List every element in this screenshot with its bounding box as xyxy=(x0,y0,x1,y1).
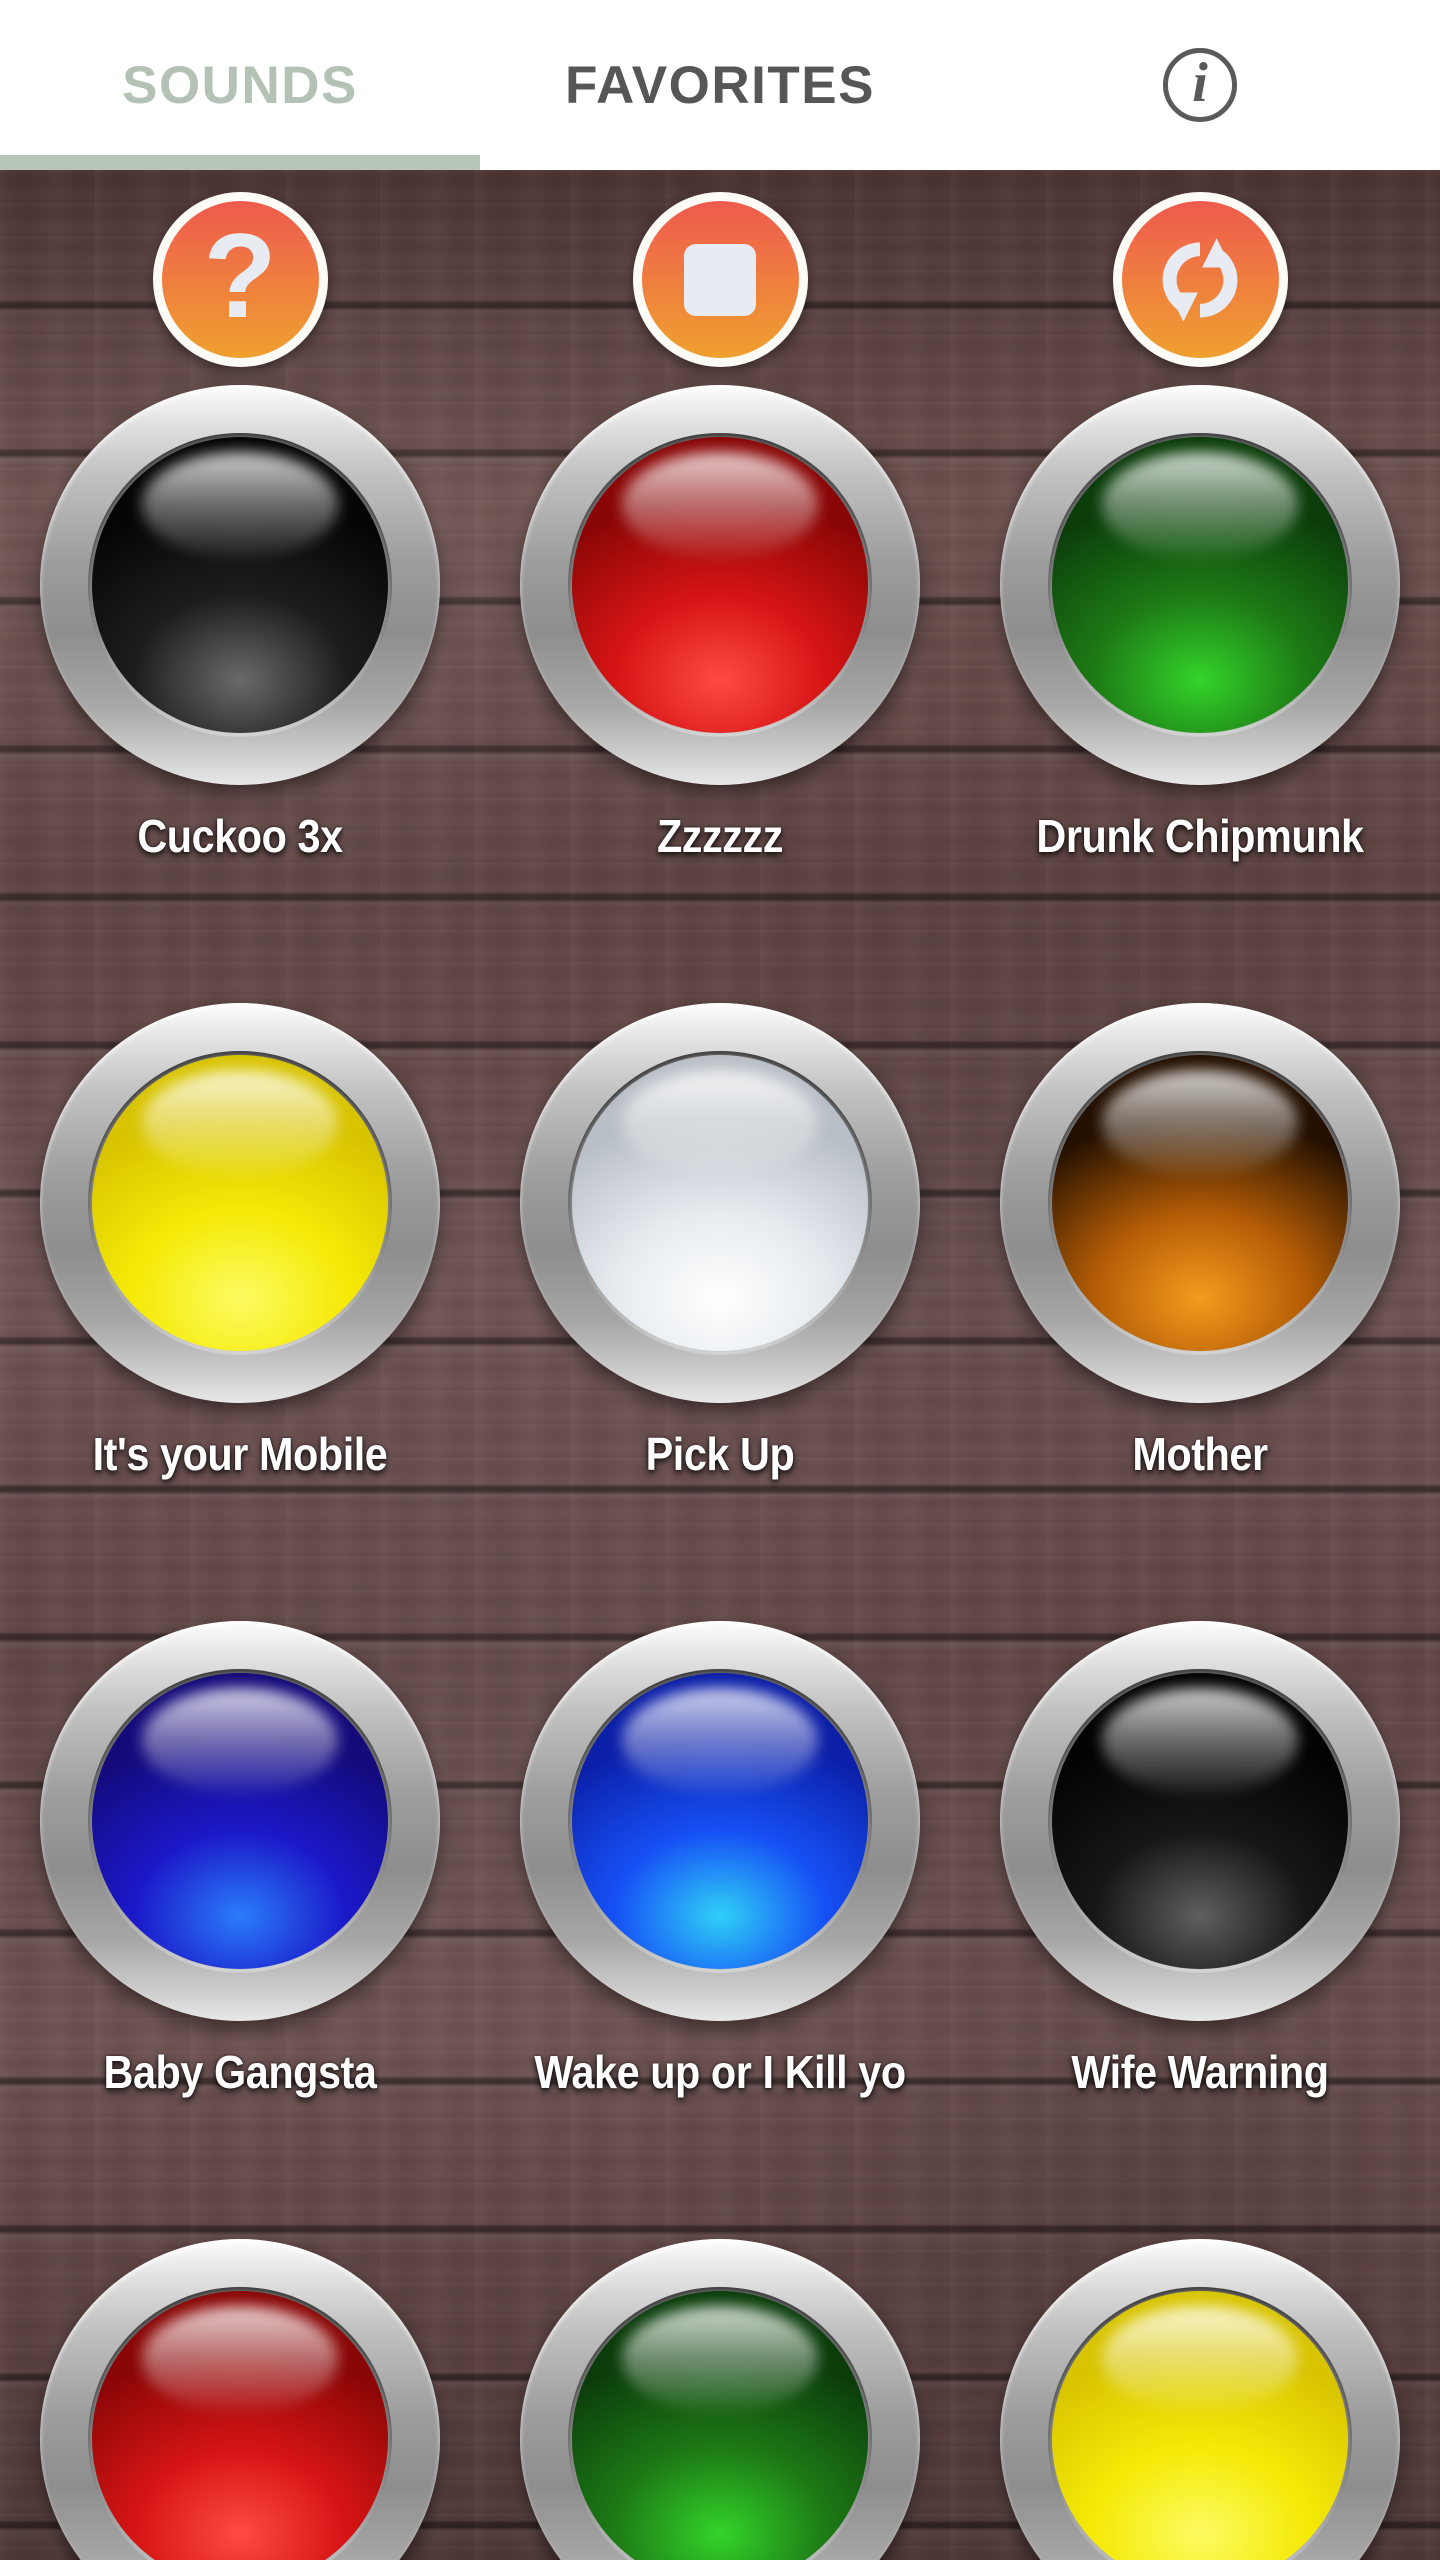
sound-label: It's your Mobile xyxy=(92,1428,388,1480)
sound-board-content: ? Cuckoo 3x Zzzzzz Drunk Chipmunk It's y… xyxy=(0,170,1440,2560)
loop-button[interactable] xyxy=(1112,192,1288,367)
sound-cell: It's your Mobile xyxy=(0,1003,480,1621)
sound-button-grid: Cuckoo 3x Zzzzzz Drunk Chipmunk It's your M… xyxy=(0,367,1440,2560)
sound-button[interactable] xyxy=(520,1621,920,2021)
control-cell-stop xyxy=(480,192,960,367)
sound-button[interactable] xyxy=(1000,1003,1400,1403)
sound-button-dome-black xyxy=(1052,1673,1348,1969)
sound-button-dome-indigo xyxy=(92,1673,388,1969)
loop-repeat-icon xyxy=(1162,237,1238,322)
sound-button-dome-blue xyxy=(572,1673,868,1969)
sound-button[interactable] xyxy=(40,1621,440,2021)
tab-bar: SOUNDS FAVORITES i xyxy=(0,0,1440,170)
info-button[interactable]: i xyxy=(960,0,1440,170)
stop-square-icon xyxy=(684,243,756,316)
sound-cell: Pick Up xyxy=(480,1003,960,1621)
tab-favorites[interactable]: FAVORITES xyxy=(480,0,960,170)
question-mark-icon: ? xyxy=(203,208,277,343)
control-row: ? xyxy=(0,170,1440,367)
sound-button[interactable] xyxy=(1000,1621,1400,2021)
sound-cell xyxy=(480,2239,960,2560)
sound-button-dome-red xyxy=(92,2291,388,2560)
active-tab-indicator xyxy=(0,155,480,170)
sound-cell: Cuckoo 3x xyxy=(0,385,480,1003)
sound-button[interactable] xyxy=(520,385,920,785)
sound-button[interactable] xyxy=(520,2239,920,2560)
sound-label: Pick Up xyxy=(645,1428,795,1480)
stop-button[interactable] xyxy=(632,192,808,367)
control-cell-loop xyxy=(960,192,1440,367)
app-root: SOUNDS FAVORITES i ? Cuckoo 3x Zzzzzz Dr… xyxy=(0,0,1440,2560)
sound-cell: Mother xyxy=(960,1003,1440,1621)
control-cell-help: ? xyxy=(0,192,480,367)
sound-button[interactable] xyxy=(1000,385,1400,785)
sound-button[interactable] xyxy=(40,385,440,785)
sound-label: Baby Gangsta xyxy=(103,2046,377,2098)
sound-button[interactable] xyxy=(40,1003,440,1403)
info-icon: i xyxy=(1163,48,1237,122)
sound-button[interactable] xyxy=(520,1003,920,1403)
help-button[interactable]: ? xyxy=(152,192,328,367)
sound-button-dome-white xyxy=(572,1055,868,1351)
sound-label: Wake up or I Kill yo xyxy=(534,2046,906,2098)
sound-label: Cuckoo 3x xyxy=(137,810,343,862)
sound-button-dome-red xyxy=(572,437,868,733)
sound-label: Drunk Chipmunk xyxy=(1036,810,1364,862)
sound-label: Zzzzzz xyxy=(656,810,784,862)
sound-button[interactable] xyxy=(1000,2239,1400,2560)
sound-button[interactable] xyxy=(40,2239,440,2560)
sound-cell: Wake up or I Kill yo xyxy=(480,1621,960,2239)
sound-cell: Zzzzzz xyxy=(480,385,960,1003)
sound-cell: Drunk Chipmunk xyxy=(960,385,1440,1003)
sound-button-dome-yellow xyxy=(92,1055,388,1351)
sound-button-dome-yellow xyxy=(1052,2291,1348,2560)
sound-cell: Wife Warning xyxy=(960,1621,1440,2239)
sound-button-dome-green xyxy=(1052,437,1348,733)
sound-cell: Baby Gangsta xyxy=(0,1621,480,2239)
tab-sounds[interactable]: SOUNDS xyxy=(0,0,480,170)
sound-cell xyxy=(960,2239,1440,2560)
sound-button-dome-green xyxy=(572,2291,868,2560)
sound-cell xyxy=(0,2239,480,2560)
sound-button-dome-black xyxy=(92,437,388,733)
sound-label: Wife Warning xyxy=(1071,2046,1329,2098)
sound-label: Mother xyxy=(1132,1428,1268,1480)
sound-button-dome-orange xyxy=(1052,1055,1348,1351)
